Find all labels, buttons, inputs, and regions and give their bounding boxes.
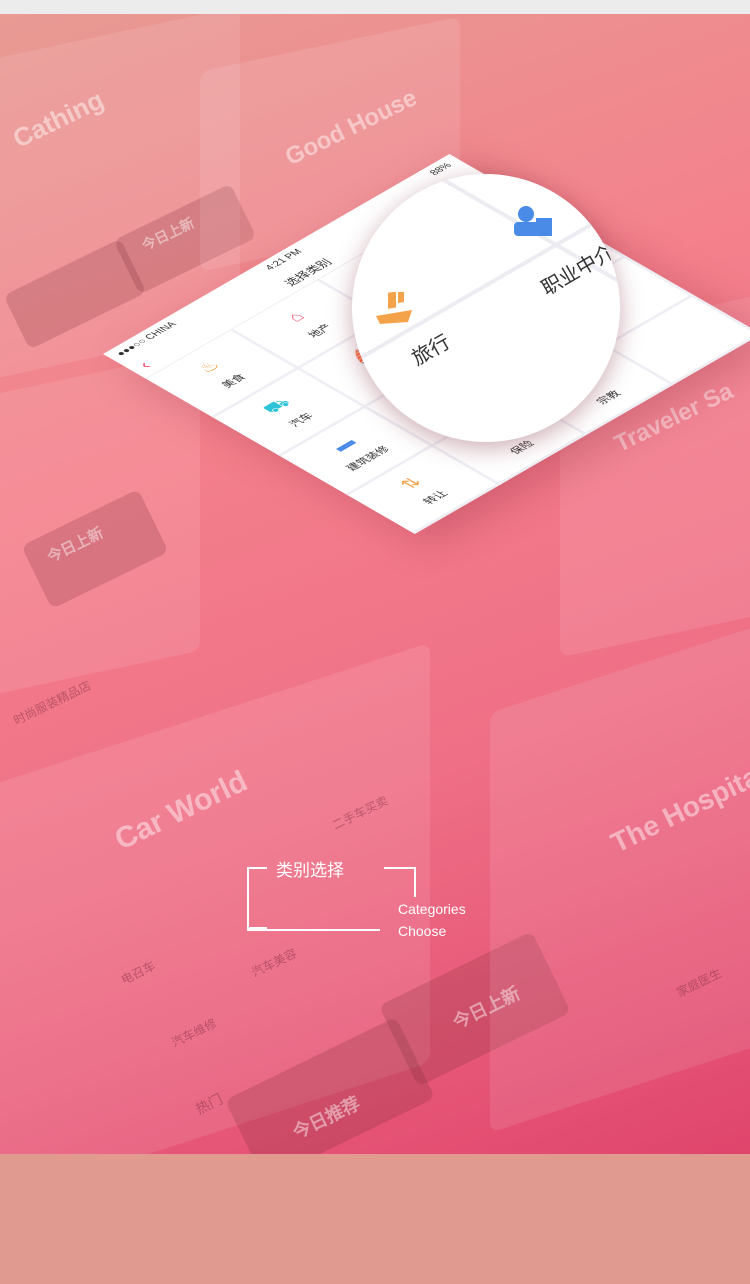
dish-cover-icon: ♨ [193, 357, 225, 376]
hero-background: Cathing 今日上新 Good House Traveler Sa 今日上新… [0, 14, 750, 1154]
magnifier-circle: 旅行 职业中介 [352, 174, 620, 442]
house-icon: ⌂ [282, 309, 310, 325]
paint-roller-icon: ▬ [326, 434, 360, 454]
mag-label-job: 职业中介 [538, 241, 619, 301]
car-icon: ⛟ [257, 394, 295, 417]
caption-bracket-left [247, 867, 267, 929]
top-strip [0, 0, 750, 14]
caption-en-line1: Categories [398, 901, 466, 917]
sailboat-icon [370, 288, 418, 328]
caption-bracket-left-bottom [247, 929, 380, 931]
exchange-icon: ⇅ [395, 474, 426, 492]
person-icon [512, 204, 556, 240]
caption-title-cn: 类别选择 [276, 861, 344, 880]
caption-bracket-right [384, 867, 416, 897]
caption-en-line2: Choose [398, 923, 447, 939]
phone-wrapper: ●●●○○ CHINA 4:21 PM 88% ‹ 选择类别 ♨ 美食 ⌂ 地产 ⛟ 汽车… [0, 14, 750, 1154]
bottom-band [0, 1154, 750, 1284]
mag-label-travel: 旅行 [408, 331, 455, 371]
mag-divider-1 [352, 202, 620, 376]
category-label [646, 319, 730, 368]
caption-title-en: Categories Choose [398, 898, 466, 942]
